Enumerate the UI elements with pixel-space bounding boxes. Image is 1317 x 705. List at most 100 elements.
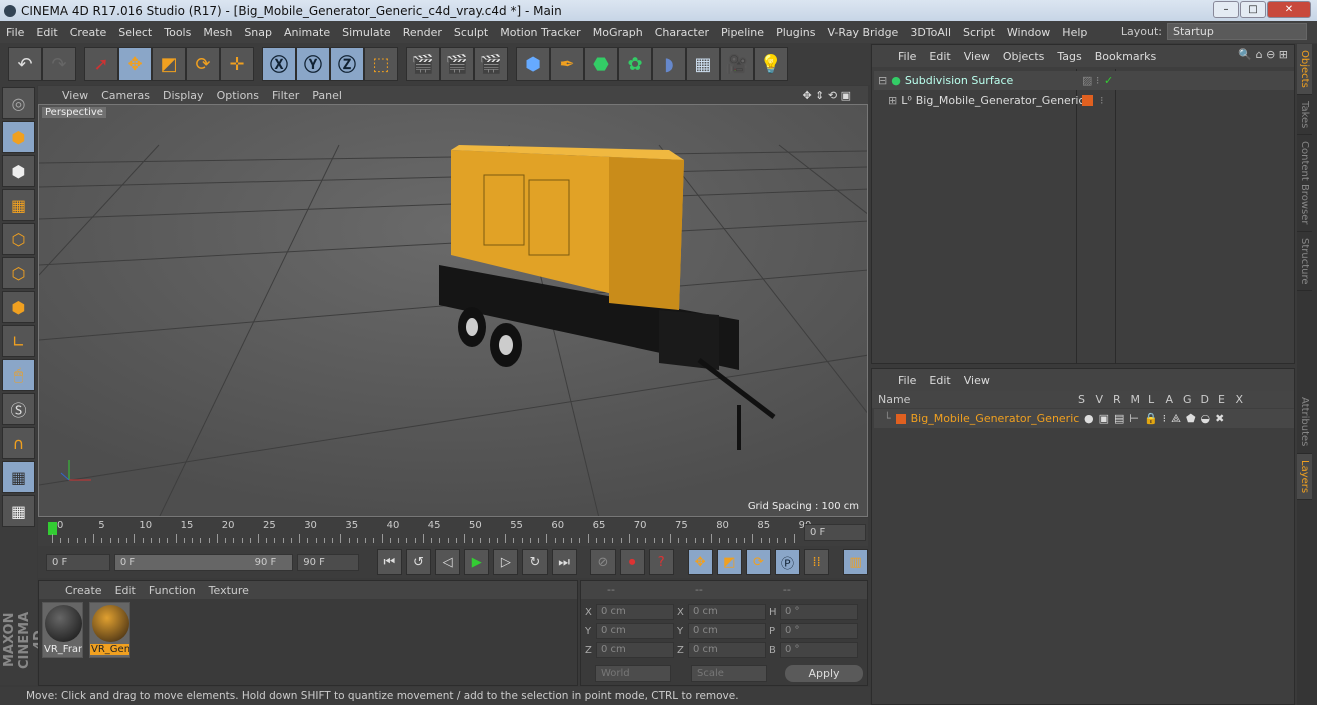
apply-button[interactable]: Apply	[785, 665, 863, 682]
workplane-lock-button[interactable]: ▦	[2, 461, 35, 493]
floor-button[interactable]: ▦	[686, 47, 720, 81]
menu-motion-tracker[interactable]: Motion Tracker	[494, 26, 586, 39]
menu-script[interactable]: Script	[957, 26, 1001, 39]
minimize-button[interactable]: –	[1213, 1, 1239, 18]
menu-select[interactable]: Select	[112, 26, 158, 39]
key-pla-button[interactable]: ⁞⁞	[804, 549, 830, 575]
material-menu-function[interactable]: Function	[149, 584, 196, 597]
axis-mode-button[interactable]: ∟	[2, 325, 35, 357]
edges-mode-button[interactable]: ⬡	[2, 257, 35, 289]
coord-field[interactable]: 0 cm	[596, 604, 674, 620]
y-axis-lock-button[interactable]: Ⓨ	[296, 47, 330, 81]
move-tool-button[interactable]: ✥	[118, 47, 152, 81]
object-row-generator[interactable]: ⊞ L⁰ Big_Mobile_Generator_Generic ⁝	[874, 91, 1294, 110]
layer-menu-edit[interactable]: Edit	[929, 374, 950, 387]
layer-column-x[interactable]: X	[1236, 393, 1244, 406]
x-axis-lock-button[interactable]: Ⓧ	[262, 47, 296, 81]
material-vr-gen[interactable]: VR_Gen	[89, 602, 130, 658]
previous-key-button[interactable]: ↺	[405, 549, 432, 575]
magnet-button[interactable]: ∩	[2, 427, 35, 459]
coordinate-system-button[interactable]: ⬚	[364, 47, 398, 81]
object-manager-tools-icons[interactable]: 🔍 ⌂ ⊖ ⊞	[1238, 48, 1288, 61]
timeline-window-button[interactable]: ▥	[843, 549, 869, 575]
camera-button[interactable]: 🎥	[720, 47, 754, 81]
scale-mode-dropdown[interactable]: Scale	[691, 665, 767, 682]
side-tab-takes[interactable]: Takes	[1297, 95, 1312, 136]
points-mode-button[interactable]: ⬡	[2, 223, 35, 255]
cube-object-button[interactable]: ⬢	[516, 47, 550, 81]
side-tab-layers[interactable]: Layers	[1297, 453, 1312, 500]
z-axis-lock-button[interactable]: Ⓩ	[330, 47, 364, 81]
redo-button[interactable]: ↷	[42, 47, 76, 81]
layer-column-g[interactable]: G	[1183, 393, 1192, 406]
layer-column-s[interactable]: S	[1078, 393, 1085, 406]
side-tab-structure[interactable]: Structure	[1297, 232, 1312, 292]
key-scale-button[interactable]: ◩	[716, 549, 742, 575]
render-view-button[interactable]: 🎬	[406, 47, 440, 81]
menu-v-ray-bridge[interactable]: V-Ray Bridge	[821, 26, 904, 39]
viewport-menu-options[interactable]: Options	[217, 89, 259, 102]
polygons-mode-button[interactable]: ⬢	[2, 291, 35, 323]
menu-window[interactable]: Window	[1001, 26, 1056, 39]
cloner-button[interactable]: ✿	[618, 47, 652, 81]
coord-field[interactable]: 0 cm	[688, 623, 766, 639]
menu-sculpt[interactable]: Sculpt	[448, 26, 494, 39]
layer-menu-file[interactable]: File	[898, 374, 916, 387]
viewport-menu-cameras[interactable]: Cameras	[101, 89, 150, 102]
menu-character[interactable]: Character	[649, 26, 715, 39]
play-button[interactable]: ▶	[464, 549, 490, 575]
menu-simulate[interactable]: Simulate	[336, 26, 397, 39]
undo-button[interactable]: ↶	[8, 47, 42, 81]
layer-column-v[interactable]: V	[1096, 393, 1104, 406]
layer-column-e[interactable]: E	[1218, 393, 1225, 406]
viewport-menu-view[interactable]: View	[62, 89, 88, 102]
camera-label[interactable]: Perspective	[42, 107, 106, 118]
viewport-menu-filter[interactable]: Filter	[272, 89, 299, 102]
menu-file[interactable]: File	[0, 26, 30, 39]
side-tab-content-browser[interactable]: Content Browser	[1297, 135, 1312, 232]
layer-flag-icons[interactable]: ●▣▤⊢🔒⁝⟁⬟◒✖	[1084, 412, 1229, 426]
frame-range-slider[interactable]: 0 F 90 F	[113, 553, 294, 571]
object-row-subdivision-surface[interactable]: ⊟ ● Subdivision Surface ▨ ⁝ ✓	[874, 71, 1294, 90]
start-frame-field[interactable]: 0 F	[46, 553, 110, 571]
object-menu-view[interactable]: View	[964, 50, 990, 63]
menu-pipeline[interactable]: Pipeline	[715, 26, 770, 39]
render-picture-viewer-button[interactable]: 🎬	[440, 47, 474, 81]
menu-snap[interactable]: Snap	[238, 26, 278, 39]
material-menu-texture[interactable]: Texture	[209, 584, 249, 597]
layer-column-l[interactable]: L	[1148, 393, 1154, 406]
coord-field[interactable]: 0 °	[780, 623, 858, 639]
snap-button[interactable]: Ⓢ	[2, 393, 35, 425]
pen-spline-button[interactable]: ✒	[550, 47, 584, 81]
go-to-start-button[interactable]: ⏮	[376, 549, 402, 575]
menu-mesh[interactable]: Mesh	[197, 26, 238, 39]
tweak-mode-button[interactable]: 🖱	[2, 359, 35, 391]
menu-help[interactable]: Help	[1056, 26, 1093, 39]
keyframe-selection-button[interactable]: ?	[648, 549, 674, 575]
menu-tools[interactable]: Tools	[158, 26, 197, 39]
next-frame-button[interactable]: ▷	[493, 549, 519, 575]
key-position-button[interactable]: ✥	[687, 549, 713, 575]
coord-field[interactable]: 0 cm	[688, 642, 766, 658]
menu-edit[interactable]: Edit	[30, 26, 63, 39]
deformer-button[interactable]: ◗	[652, 47, 686, 81]
3d-viewport[interactable]: Perspective Grid Spacing : 100 cm	[38, 104, 868, 517]
model-mode-button[interactable]: ⬢	[2, 121, 35, 153]
layer-column-r[interactable]: R	[1113, 393, 1121, 406]
layer-column-a[interactable]: A	[1166, 393, 1174, 406]
scale-tool-button[interactable]: ◩	[152, 47, 186, 81]
coord-field[interactable]: 0 °	[780, 604, 858, 620]
coord-field[interactable]: 0 cm	[688, 604, 766, 620]
subdivision-surface-button[interactable]: ⬣	[584, 47, 618, 81]
previous-frame-button[interactable]: ◁	[435, 549, 461, 575]
autokey-button[interactable]: ⏺	[619, 549, 645, 575]
record-keys-button[interactable]: ⊘	[590, 549, 616, 575]
end-frame-field[interactable]: 90 F	[297, 553, 360, 571]
menu-animate[interactable]: Animate	[278, 26, 336, 39]
coord-field[interactable]: 0 cm	[596, 642, 674, 658]
viewport-menu-display[interactable]: Display	[163, 89, 204, 102]
layer-column-m[interactable]: M	[1131, 393, 1141, 406]
layer-row[interactable]: └ Big_Mobile_Generator_Generic ●▣▤⊢🔒⁝⟁⬟◒…	[874, 409, 1294, 428]
workplane-align-button[interactable]: ▦	[2, 495, 35, 527]
object-menu-file[interactable]: File	[898, 50, 916, 63]
